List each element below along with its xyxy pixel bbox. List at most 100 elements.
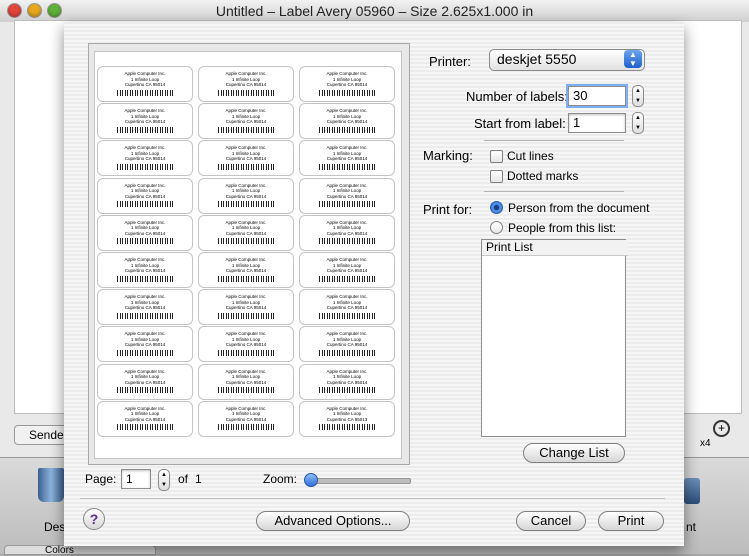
person-from-document-label[interactable]: Person from the document (508, 201, 649, 215)
label-line: Cupertino CA 95014 (326, 230, 368, 236)
zoom-in-icon[interactable]: + (713, 420, 730, 437)
label-line: Cupertino CA 95014 (124, 268, 166, 273)
label-line: Cupertino CA 95014 (225, 379, 267, 385)
zoom-slider-track[interactable] (305, 478, 411, 484)
label-preview: Apple Computer Inc. 1 Infinite Loop Cupert… (299, 103, 395, 140)
pencil-cup-icon[interactable] (38, 468, 64, 502)
dotted-marks-checkbox[interactable] (490, 170, 503, 183)
label-preview: Apple Computer Inc. 1 Infinite Loop Cupert… (198, 177, 294, 214)
print-list-header[interactable]: Print List (482, 240, 628, 256)
cut-lines-label[interactable]: Cut lines (507, 149, 554, 163)
label-line: Cupertino CA 95014 (326, 342, 368, 348)
barcode (319, 424, 375, 431)
window-title: Untitled – Label Avery 05960 – Size 2.62… (215, 3, 534, 19)
label-preview: Apple Computer Inc. 1 Infinite Loop Cupert… (97, 66, 193, 102)
footer-separator (80, 498, 665, 499)
label-line: Cupertino CA 95014 (326, 379, 368, 385)
barcode (218, 275, 274, 282)
barcode (117, 349, 173, 356)
barcode (117, 312, 173, 319)
label-preview: Apple Computer Inc. 1 Infinite Loop Cupert… (97, 103, 193, 140)
label-preview: Apple Computer Inc. 1 Infinite Loop Cupert… (97, 326, 193, 363)
label-line: Cupertino CA 95014 (225, 119, 267, 125)
label-line: Cupertino CA 95014 (225, 230, 267, 236)
barcode (319, 349, 375, 356)
colors-tab-label: Colors (45, 545, 74, 556)
label-preview: Apple Computer Inc. 1 Infinite Loop Cupert… (198, 363, 294, 400)
start-label-label: Start from label: (474, 116, 566, 131)
zoom-label: Zoom: (263, 472, 298, 486)
printer-label: Printer: (429, 54, 471, 69)
marking-label: Marking: (423, 148, 473, 163)
label-preview: Apple Computer Inc. 1 Infinite Loop Cupert… (299, 252, 395, 288)
label-preview: Apple Computer Inc. 1 Infinite Loop Cupert… (198, 400, 294, 437)
barcode (218, 201, 274, 208)
num-labels-stepper[interactable]: ▲ ▼ (632, 85, 644, 107)
label-line: Cupertino CA 95014 (326, 156, 368, 162)
num-labels-field[interactable]: 30 (568, 86, 626, 106)
label-preview: Apple Computer Inc. 1 Infinite Loop Cupert… (198, 326, 294, 363)
label-line: Cupertino CA 95014 (124, 305, 166, 311)
label-line: Cupertino CA 95014 (124, 119, 166, 125)
barcode (218, 424, 274, 431)
barcode (117, 238, 173, 245)
print-button[interactable]: Print (598, 511, 664, 531)
printer-icon[interactable] (684, 478, 700, 504)
help-button[interactable]: ? (83, 508, 105, 530)
printer-value: deskjet 5550 (497, 51, 577, 67)
tray-right-label: nt (686, 520, 697, 534)
zoom-slider-knob[interactable] (304, 473, 318, 487)
num-labels-label: Number of labels: (466, 89, 568, 104)
colors-panel-tab[interactable]: Colors (4, 545, 156, 556)
label-preview: Apple Computer Inc. 1 Infinite Loop Cupert… (97, 363, 193, 400)
label-preview: Apple Computer Inc. 1 Infinite Loop Cupert… (97, 400, 193, 437)
page-total: 1 (195, 472, 202, 486)
label-line: Cupertino CA 95014 (124, 193, 166, 199)
label-line: Cupertino CA 95014 (326, 193, 368, 199)
label-line: Cupertino CA 95014 (326, 82, 368, 87)
barcode (117, 163, 173, 170)
label-line: Cupertino CA 95014 (225, 268, 267, 273)
dotted-marks-label[interactable]: Dotted marks (507, 169, 578, 183)
label-preview: Apple Computer Inc. 1 Infinite Loop Cupert… (299, 66, 395, 102)
label-line: Cupertino CA 95014 (326, 268, 368, 273)
print-list[interactable] (481, 239, 626, 437)
barcode (117, 89, 173, 96)
cut-lines-checkbox[interactable] (490, 150, 503, 163)
separator (484, 191, 624, 192)
label-preview: Apple Computer Inc. 1 Infinite Loop Cupert… (299, 214, 395, 251)
page-field[interactable]: 1 (121, 469, 151, 489)
barcode (117, 201, 173, 208)
advanced-options-button[interactable]: Advanced Options... (256, 511, 410, 531)
label-line: Cupertino CA 95014 (124, 342, 166, 348)
label-preview: Apple Computer Inc. 1 Infinite Loop Cupert… (198, 103, 294, 140)
separator (484, 140, 624, 141)
people-from-list-radio[interactable] (490, 221, 503, 234)
start-label-field[interactable]: 1 (568, 113, 626, 133)
label-line: Cupertino CA 95014 (124, 416, 166, 422)
label-line: Cupertino CA 95014 (326, 305, 368, 311)
people-from-list-label[interactable]: People from this list: (508, 221, 616, 235)
label-preview: Apple Computer Inc. 1 Infinite Loop Cupert… (198, 252, 294, 288)
label-preview: Apple Computer Inc. 1 Infinite Loop Cupert… (299, 140, 395, 177)
barcode (117, 424, 173, 431)
change-list-button[interactable]: Change List (523, 443, 625, 463)
page-label: Page: (85, 472, 117, 486)
label-line: Cupertino CA 95014 (124, 230, 166, 236)
cancel-button[interactable]: Cancel (516, 511, 586, 531)
page-stepper[interactable]: ▲ ▼ (158, 469, 170, 491)
label-preview: Apple Computer Inc. 1 Infinite Loop Cupert… (299, 326, 395, 363)
print-for-label: Print for: (423, 202, 473, 217)
barcode (319, 126, 375, 133)
tray-left-label: Des (44, 520, 66, 534)
label-line: Cupertino CA 95014 (124, 156, 166, 162)
label-sheet-preview: Apple Computer Inc. 1 Infinite Loop Cupert… (94, 51, 402, 459)
label-line: Cupertino CA 95014 (124, 379, 166, 385)
label-line: Cupertino CA 95014 (225, 416, 267, 422)
label-preview: Apple Computer Inc. 1 Infinite Loop Cupert… (299, 289, 395, 326)
start-label-stepper[interactable]: ▲ ▼ (632, 112, 644, 134)
person-from-document-radio[interactable] (490, 201, 503, 214)
barcode (319, 238, 375, 245)
barcode (218, 312, 274, 319)
label-preview: Apple Computer Inc. 1 Infinite Loop Cupert… (97, 140, 193, 177)
